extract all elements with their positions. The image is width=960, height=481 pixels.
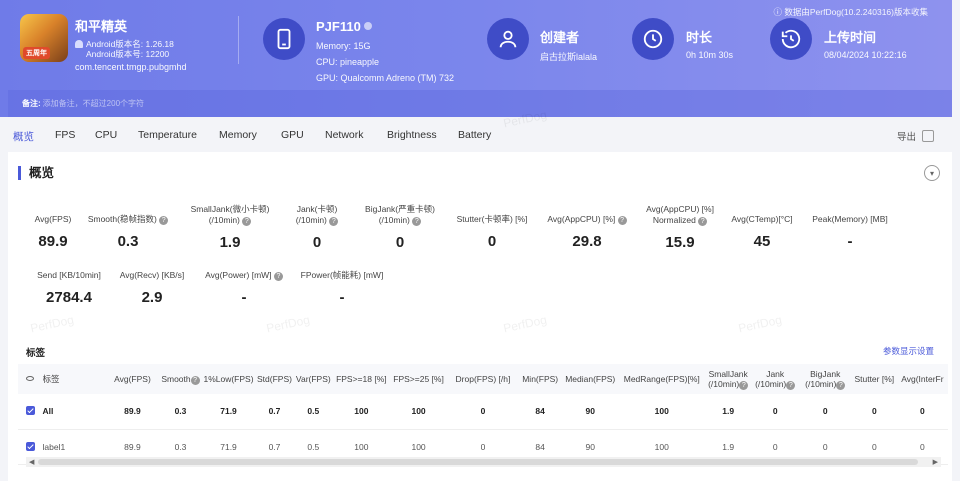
android-version-code: Android版本号: 12200 <box>86 49 170 59</box>
help-icon[interactable]: ? <box>617 216 627 225</box>
watermark: PerfDog <box>29 312 76 336</box>
tab-cpu[interactable]: CPU <box>95 129 117 141</box>
horizontal-scrollbar[interactable]: ◀ ▶ <box>26 457 941 467</box>
help-icon[interactable]: ? <box>739 380 749 390</box>
tab-overview[interactable]: 概览 <box>13 129 34 144</box>
app-name: 和平精英 <box>75 19 128 34</box>
watermark: PerfDog <box>737 312 784 336</box>
tab-temperature[interactable]: Temperature <box>138 129 197 141</box>
header-divider <box>238 16 239 64</box>
col-header: Stutter [%] <box>851 364 897 394</box>
tab-gpu[interactable]: GPU <box>281 129 304 141</box>
help-icon[interactable]: ? <box>836 380 846 390</box>
metric-avg-appcpu: Avg(AppCPU) [%] ? 29.8 <box>538 214 636 250</box>
help-icon[interactable]: ? <box>412 217 422 226</box>
data-source-note: ⓘ 数据由PerfDog(10.2.240316)版本收集 <box>773 7 929 17</box>
clock-icon <box>632 18 674 60</box>
upload-time-title: 上传时间 <box>824 30 877 45</box>
col-header: FPS>=25 [%] <box>389 364 448 394</box>
row-checkbox[interactable] <box>18 394 43 430</box>
device-memory: Memory: 15G <box>316 41 371 51</box>
col-header: SmallJank (/10min)? <box>704 364 752 394</box>
scroll-right-icon[interactable]: ▶ <box>933 458 938 466</box>
phone-icon <box>263 18 305 60</box>
col-header: Median(FPS) <box>561 364 619 394</box>
scrollbar-thumb[interactable] <box>38 459 918 465</box>
remark-input[interactable]: 添加备注，不超过200个字符 <box>43 99 144 108</box>
tab-battery[interactable]: Battery <box>458 129 491 141</box>
watermark: PerfDog <box>502 312 549 336</box>
device-info-icon[interactable] <box>363 22 372 30</box>
help-icon[interactable]: ? <box>786 380 796 390</box>
metric-smooth: Smooth(稳帧指数) ? 0.3 <box>84 214 172 250</box>
overview-title: 概览 <box>18 166 54 180</box>
col-header: Avg(FPS) <box>105 364 160 394</box>
creator-title: 创建者 <box>540 30 580 45</box>
export-button[interactable]: 导出 <box>897 129 934 143</box>
col-header: Min(FPS) <box>518 364 562 394</box>
device-gpu: GPU: Qualcomm Adreno (TM) 732 <box>316 73 455 83</box>
metric-avg-power: Avg(Power) [mW] ? - <box>196 270 292 306</box>
help-icon[interactable]: ? <box>190 375 200 385</box>
metric-avg-fps: Avg(FPS) 89.9 <box>34 214 72 250</box>
display-settings-link[interactable]: 参数显示设置 <box>883 345 934 357</box>
tab-fps[interactable]: FPS <box>55 129 75 141</box>
col-header: Std(FPS) <box>255 364 294 394</box>
creator-value: 启古拉斯lalala <box>540 52 598 62</box>
scroll-left-icon[interactable]: ◀ <box>29 458 34 466</box>
metric-avg-ctemp: Avg(CTemp)[°C] 45 <box>731 214 793 250</box>
tab-memory[interactable]: Memory <box>219 129 257 141</box>
labels-table: 标签 Avg(FPS) Smooth? 1%Low(FPS) Std(FPS) … <box>18 364 948 465</box>
visibility-eye-icon[interactable] <box>18 364 43 394</box>
help-icon[interactable]: ? <box>273 272 283 281</box>
metric-fpower: FPower(帧能耗) [mW] - <box>300 270 384 306</box>
col-header: Drop(FPS) [/h] <box>447 364 519 394</box>
help-icon[interactable]: ? <box>329 217 339 226</box>
remark-bar[interactable]: 备注: 添加备注，不超过200个字符 <box>8 90 952 117</box>
device-model: PJF110 <box>316 19 372 34</box>
col-header: MedRange(FPS)[%] <box>618 364 705 394</box>
duration-value: 0h 10m 30s <box>686 50 734 60</box>
watermark: PerfDog <box>265 312 312 336</box>
remark-label: 备注: <box>22 99 41 108</box>
help-icon[interactable]: ? <box>698 217 708 226</box>
metric-bigjank: BigJank(严重卡顿) (/10min) ? 0 <box>365 204 435 251</box>
col-header: Avg(InterFr <box>896 364 948 394</box>
device-cpu: CPU: pineapple <box>316 57 380 67</box>
help-icon[interactable]: ? <box>242 217 252 226</box>
col-header: 标签 <box>42 364 106 394</box>
metric-jank: Jank(卡顿) (/10min) ? 0 <box>295 204 339 251</box>
labels-section-title: 标签 <box>26 348 46 359</box>
table-header-row: 标签 Avg(FPS) Smooth? 1%Low(FPS) Std(FPS) … <box>18 364 948 394</box>
user-icon <box>487 18 529 60</box>
col-header: 1%Low(FPS) <box>201 364 256 394</box>
duration-title: 时长 <box>686 30 713 45</box>
metric-peak-memory: Peak(Memory) [MB] - <box>812 214 888 250</box>
metric-send: Send [KB/10min] 2784.4 <box>37 270 101 306</box>
overview-card: 概览 ▾ PerfDog PerfDog PerfDog PerfDog Per… <box>8 108 952 481</box>
anniversary-badge: 五周年 <box>23 47 50 59</box>
upload-time-value: 08/04/2024 10:22:16 <box>824 50 907 60</box>
tab-network[interactable]: Network <box>325 129 364 141</box>
package-name: com.tencent.tmgp.pubgmhd <box>75 62 187 72</box>
tab-brightness[interactable]: Brightness <box>387 129 437 141</box>
metric-stutter: Stutter(卡顿率) [%] 0 <box>456 214 528 250</box>
col-header: Smooth? <box>159 364 202 394</box>
metric-avg-recv: Avg(Recv) [KB/s] 2.9 <box>119 270 185 306</box>
col-header: BigJank (/10min)? <box>798 364 852 394</box>
app-icon: 五周年 <box>20 14 68 62</box>
android-icon <box>75 40 83 48</box>
help-icon[interactable]: ? <box>159 216 169 225</box>
metric-smalljank: SmallJank(微小卡顿) (/10min) ? 1.9 <box>190 204 270 251</box>
col-header: FPS>=18 [%] <box>332 364 390 394</box>
metric-avg-appcpu-normalized: Avg(AppCPU) [%] Normalized ? 15.9 <box>646 204 714 251</box>
collapse-chevron-icon[interactable]: ▾ <box>924 165 940 181</box>
history-icon <box>770 18 812 60</box>
export-icon <box>922 130 934 142</box>
tab-bar: 概览 FPS CPU Temperature Memory GPU Networ… <box>0 125 952 147</box>
table-row[interactable]: All 89.9 0.3 71.9 0.7 0.5 100 100 0 84 9… <box>18 394 948 430</box>
col-header: Jank (/10min)? <box>751 364 799 394</box>
col-header: Var(FPS) <box>293 364 333 394</box>
report-header: ⓘ 数据由PerfDog(10.2.240316)版本收集 五周年 和平精英 A… <box>0 0 952 117</box>
